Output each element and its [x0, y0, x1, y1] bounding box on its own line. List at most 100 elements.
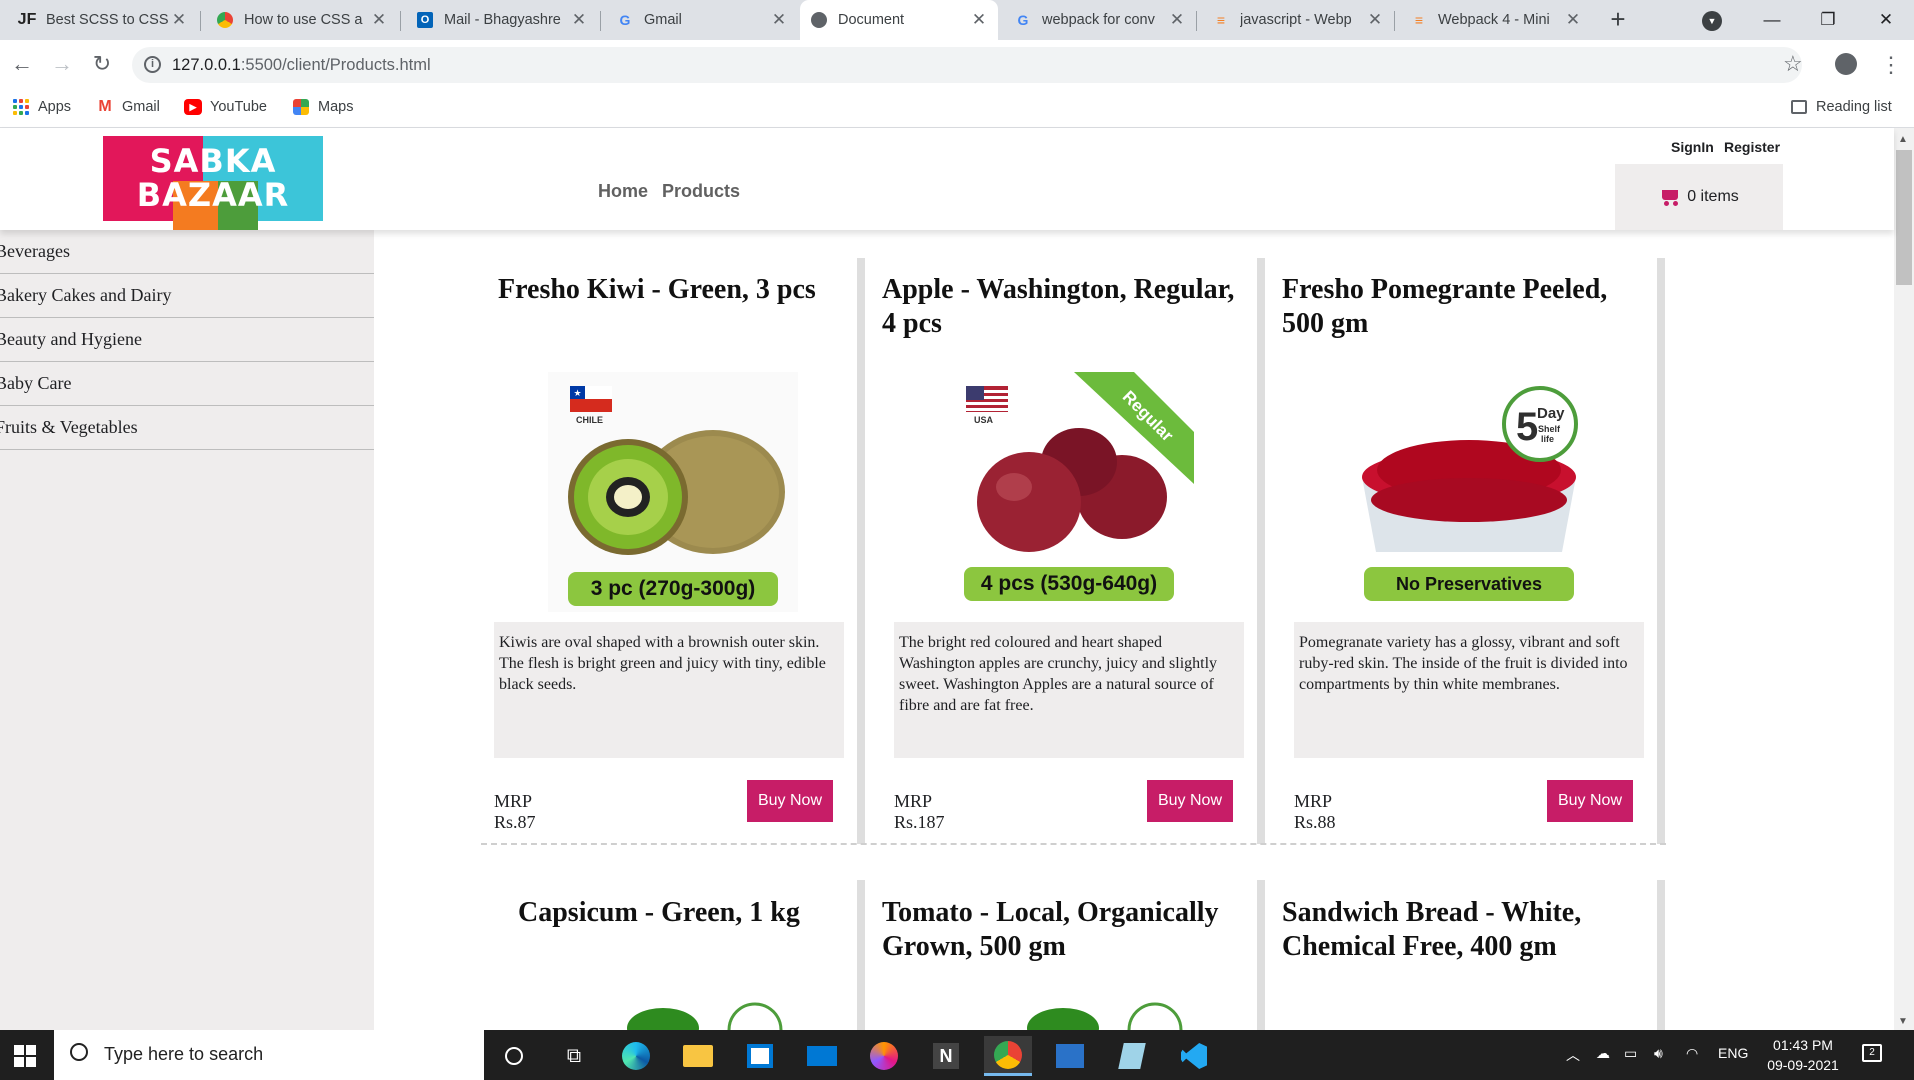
tab-best-scss[interactable]: JF Best SCSS to CSS ✕	[8, 0, 198, 40]
bookmark-apps[interactable]: Apps	[12, 96, 71, 118]
buy-now-button[interactable]: Buy Now	[1547, 780, 1633, 822]
new-tab-plus-icon[interactable]: +	[1604, 6, 1632, 34]
product-image-tomato[interactable]	[1018, 1002, 1188, 1030]
firefox-icon[interactable]	[860, 1036, 908, 1076]
scrollbar-thumb[interactable]	[1896, 150, 1912, 285]
globe-icon	[810, 11, 828, 29]
bookmark-maps[interactable]: Maps	[292, 96, 353, 118]
close-icon[interactable]: ✕	[1168, 10, 1186, 30]
system-clock[interactable]: 01:43 PM 09-09-2021	[1763, 1035, 1843, 1075]
close-icon[interactable]: ✕	[370, 10, 388, 30]
clock-date: 09-09-2021	[1767, 1057, 1839, 1073]
nav-home-link[interactable]: Home	[598, 181, 648, 202]
wifi-icon[interactable]: ◠	[1686, 1045, 1698, 1062]
category-label: Baby Care	[0, 373, 72, 393]
bookmark-star-icon[interactable]: ☆	[1783, 51, 1803, 77]
category-baby-care[interactable]: Baby Care	[0, 362, 374, 406]
back-arrow-icon[interactable]: ←	[10, 52, 34, 76]
product-title: Tomato - Local, Organically Grown, 500 g…	[882, 897, 1219, 962]
search-icon	[70, 1043, 88, 1061]
product-badge: 3 pc (270g-300g)	[568, 572, 778, 606]
outlook-icon: O	[416, 11, 434, 29]
task-view-icon[interactable]: ⧉	[550, 1036, 598, 1076]
product-image-kiwi[interactable]: ★ CHILE 3 pc (270g-300g)	[548, 372, 798, 612]
windows-start-icon[interactable]	[14, 1045, 36, 1067]
product-price: MRP Rs.88	[1294, 791, 1336, 832]
product-image-apple[interactable]: USA Regular 4 pcs (530g-640g)	[944, 372, 1194, 612]
photos-icon[interactable]	[1046, 1036, 1094, 1076]
notification-count: 2	[1862, 1044, 1882, 1062]
tab-search-icon[interactable]: ▼	[1702, 11, 1722, 31]
reading-list[interactable]: Reading list	[1790, 96, 1892, 118]
product-image-pomegranate[interactable]: 5 Day Shelf life No Preservatives	[1344, 372, 1594, 612]
product-image-capsicum[interactable]	[618, 1002, 788, 1030]
site-logo[interactable]: SABKA BAZAAR	[103, 136, 323, 230]
vscode-icon[interactable]	[1170, 1036, 1218, 1076]
close-icon[interactable]: ✕	[970, 10, 988, 30]
close-icon[interactable]: ✕	[170, 10, 188, 30]
shelf-life-number: 5	[1516, 405, 1538, 449]
edge-icon[interactable]	[612, 1036, 660, 1076]
cart-count: 0 items	[1687, 188, 1739, 205]
notion-icon[interactable]: N	[922, 1036, 970, 1076]
url-text[interactable]: 127.0.0.1:5500/client/Products.html	[172, 56, 431, 75]
close-icon[interactable]: ✕	[1564, 10, 1582, 30]
microsoft-store-icon[interactable]	[736, 1036, 784, 1076]
battery-icon[interactable]: ▭	[1624, 1045, 1637, 1062]
buy-now-button[interactable]: Buy Now	[1147, 780, 1233, 822]
reading-list-label: Reading list	[1816, 99, 1892, 115]
tab-webpack-conv[interactable]: G webpack for conv ✕	[1004, 0, 1196, 40]
card-divider	[857, 880, 865, 1030]
product-description: The bright red coloured and heart shaped…	[894, 622, 1244, 758]
forward-arrow-icon[interactable]: →	[50, 52, 74, 76]
minimize-icon[interactable]: —	[1744, 0, 1800, 40]
volume-icon[interactable]: 🔊︎	[1654, 1045, 1663, 1062]
register-link[interactable]: Register	[1724, 139, 1780, 155]
menu-kebab-icon[interactable]: ⋮	[1880, 52, 1902, 78]
tab-mail[interactable]: O Mail - Bhagyashre ✕	[406, 0, 598, 40]
notifications-icon[interactable]: 2	[1862, 1042, 1882, 1062]
card-divider	[1657, 258, 1665, 844]
bookmark-gmail[interactable]: M Gmail	[96, 96, 160, 118]
maps-icon	[292, 98, 310, 116]
category-beauty-hygiene[interactable]: Beauty and Hygiene	[0, 318, 374, 362]
bookmark-label: Maps	[318, 99, 354, 115]
reload-icon[interactable]: ↻	[90, 52, 114, 76]
scroll-up-arrow-icon[interactable]: ▲	[1898, 134, 1908, 145]
product-price: MRP Rs.87	[494, 791, 536, 832]
reading-list-icon	[1790, 98, 1808, 116]
chrome-icon	[216, 11, 234, 29]
category-fruits-vegetables[interactable]: Fruits & Vegetables	[0, 406, 374, 450]
tab-how-to-use-css[interactable]: How to use CSS a ✕	[206, 0, 398, 40]
site-info-icon[interactable]: i	[144, 56, 161, 73]
cart-button[interactable]: 0 items	[1615, 164, 1783, 230]
bookmark-youtube[interactable]: ▶ YouTube	[184, 96, 267, 118]
mail-icon[interactable]	[798, 1036, 846, 1076]
tab-separator	[200, 11, 201, 31]
buy-now-button[interactable]: Buy Now	[747, 780, 833, 822]
tab-document[interactable]: Document ✕	[800, 0, 998, 40]
close-icon[interactable]: ✕	[770, 10, 788, 30]
category-beverages[interactable]: Beverages	[0, 230, 374, 274]
tab-gmail[interactable]: G Gmail ✕	[606, 0, 798, 40]
close-icon[interactable]: ✕	[570, 10, 588, 30]
nav-products-link[interactable]: Products	[662, 181, 740, 202]
calculator-icon[interactable]	[1108, 1036, 1156, 1076]
restore-icon[interactable]: ❐	[1800, 0, 1856, 40]
profile-avatar-icon[interactable]	[1835, 53, 1857, 75]
window-close-icon[interactable]: ✕	[1858, 0, 1914, 40]
youtube-icon: ▶	[184, 98, 202, 116]
language-indicator[interactable]: ENG	[1718, 1045, 1748, 1061]
tab-javascript-webp[interactable]: ≡ javascript - Webp ✕	[1202, 0, 1394, 40]
file-explorer-icon[interactable]	[674, 1036, 722, 1076]
chrome-taskbar-icon[interactable]	[984, 1036, 1032, 1076]
tray-chevron-icon[interactable]: ︿	[1566, 1045, 1580, 1065]
cortana-icon[interactable]	[490, 1036, 538, 1076]
signin-link[interactable]: SignIn	[1671, 139, 1714, 155]
close-icon[interactable]: ✕	[1366, 10, 1384, 30]
tab-webpack-4[interactable]: ≡ Webpack 4 - Mini ✕	[1400, 0, 1592, 40]
category-bakery-cakes-dairy[interactable]: Bakery Cakes and Dairy	[0, 274, 374, 318]
product-badge: 4 pcs (530g-640g)	[964, 567, 1174, 601]
scroll-down-arrow-icon[interactable]: ▼	[1898, 1016, 1908, 1027]
onedrive-icon[interactable]: ☁	[1596, 1045, 1610, 1062]
